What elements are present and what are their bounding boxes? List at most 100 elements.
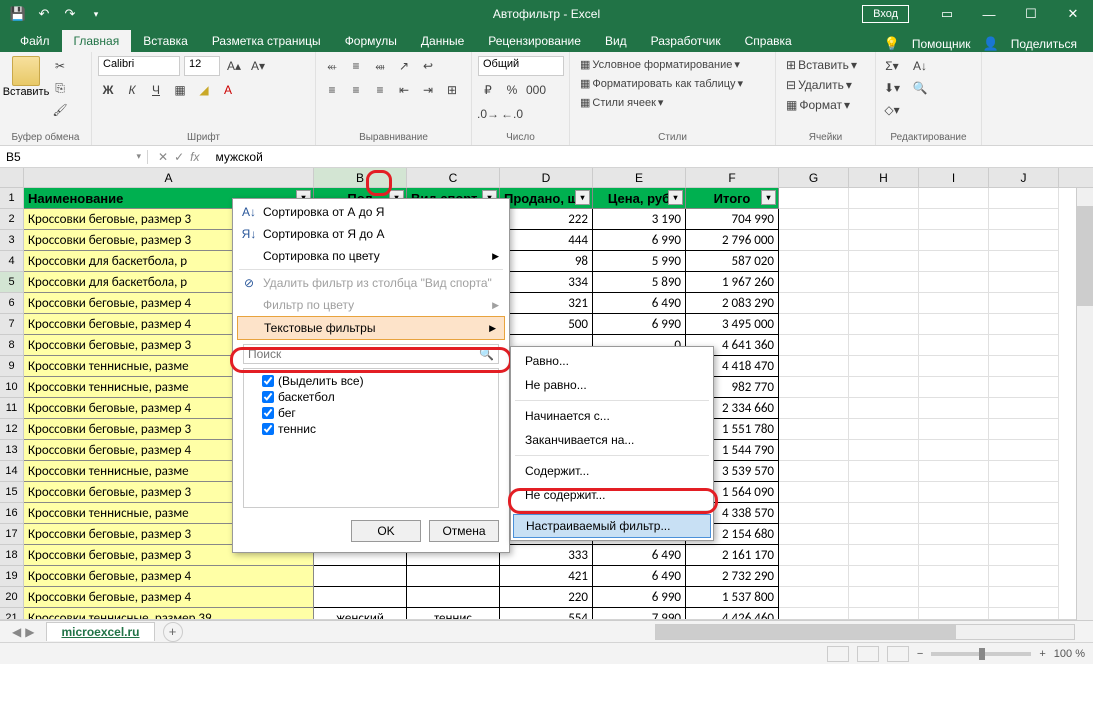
percent-icon[interactable]: % [502,80,522,100]
cell[interactable]: 587 020 [686,251,779,272]
row-header[interactable]: 9 [0,356,24,377]
copy-icon[interactable]: ⎘ [50,78,70,98]
cell[interactable] [989,230,1059,251]
filter-search-input[interactable] [248,347,479,361]
cell[interactable] [779,545,849,566]
filter-ok-button[interactable]: OK [351,520,421,542]
cell[interactable] [849,293,919,314]
name-box[interactable]: B5▾ [0,150,148,164]
cell[interactable]: 2 161 170 [686,545,779,566]
cell[interactable] [989,398,1059,419]
cell[interactable] [919,566,989,587]
row-header[interactable]: 15 [0,482,24,503]
cell[interactable] [779,230,849,251]
align-bottom-icon[interactable]: ⬵ [370,56,390,76]
cell[interactable] [407,587,500,608]
formula-input[interactable]: мужской [209,150,1093,164]
indent-dec-icon[interactable]: ⇤ [394,80,414,100]
qat-customize-icon[interactable]: ▾ [86,4,106,24]
cell[interactable] [919,503,989,524]
row-header[interactable]: 5 [0,272,24,293]
cell[interactable]: 6 490 [593,566,686,587]
horizontal-scrollbar[interactable] [655,624,1075,640]
filter-check-item[interactable]: бег [248,405,494,421]
cell[interactable] [779,482,849,503]
cell[interactable]: 2 796 000 [686,230,779,251]
add-sheet-button[interactable]: + [163,622,183,642]
tab-insert[interactable]: Вставка [131,30,200,52]
cell[interactable] [989,356,1059,377]
cell[interactable]: 5 990 [593,251,686,272]
cell[interactable]: 3 190 [593,209,686,230]
cell[interactable] [989,503,1059,524]
cell-styles-button[interactable]: ▦ Стили ячеек ▾ [576,94,769,111]
cell[interactable] [779,566,849,587]
bold-button[interactable]: Ж [98,80,118,100]
cell[interactable] [849,419,919,440]
cell[interactable] [989,209,1059,230]
row-header[interactable]: 11 [0,398,24,419]
align-middle-icon[interactable]: ≡ [346,56,366,76]
col-header-f[interactable]: F [686,168,779,187]
cell[interactable] [989,524,1059,545]
cell[interactable] [989,251,1059,272]
col-header-j[interactable]: J [989,168,1059,187]
cell[interactable]: 7 990 [593,608,686,620]
cell[interactable]: 333 [500,545,593,566]
slider-handle[interactable] [979,648,985,660]
col-header-h[interactable]: H [849,168,919,187]
indent-inc-icon[interactable]: ⇥ [418,80,438,100]
clear-icon[interactable]: ◇▾ [882,100,902,120]
cell[interactable] [989,608,1059,620]
tab-layout[interactable]: Разметка страницы [200,30,333,52]
wrap-text-icon[interactable]: ↩ [418,56,438,76]
cell[interactable] [989,335,1059,356]
cell[interactable] [779,293,849,314]
merge-icon[interactable]: ⊞ [442,80,462,100]
cell[interactable]: 6 490 [593,545,686,566]
undo-icon[interactable]: ↶ [34,4,54,24]
sheet-prev-icon[interactable]: ◀ [12,625,21,639]
row-header[interactable]: 21 [0,608,24,620]
cell[interactable]: Кроссовки теннисные, размер 39 [24,608,314,620]
format-cells-button[interactable]: ▦ Формат ▾ [782,96,869,114]
cell[interactable] [779,335,849,356]
cell[interactable] [849,461,919,482]
comma-icon[interactable]: 000 [526,80,546,100]
sort-za-item[interactable]: Я↓Сортировка от Я до А [235,223,507,245]
enter-formula-icon[interactable]: ✓ [174,150,184,164]
cell[interactable] [849,251,919,272]
col-header-c[interactable]: C [407,168,500,187]
cell[interactable] [314,566,407,587]
cell[interactable] [919,398,989,419]
filter-check-all[interactable]: (Выделить все) [248,373,494,389]
cell[interactable] [989,293,1059,314]
row-header[interactable]: 10 [0,377,24,398]
tab-view[interactable]: Вид [593,30,639,52]
cell[interactable] [779,377,849,398]
row-header[interactable]: 16 [0,503,24,524]
fill-icon[interactable]: ⬇▾ [882,78,902,98]
align-right-icon[interactable]: ≡ [370,80,390,100]
autosum-icon[interactable]: Σ▾ [882,56,902,76]
tab-review[interactable]: Рецензирование [476,30,593,52]
sheet-next-icon[interactable]: ▶ [25,625,34,639]
cell[interactable] [849,314,919,335]
cell[interactable] [779,440,849,461]
decrease-decimal-icon[interactable]: ←.0 [502,104,522,124]
table-header[interactable]: Продано, ш▾ [500,188,593,209]
increase-decimal-icon[interactable]: .0→ [478,104,498,124]
cell[interactable]: 4 426 460 [686,608,779,620]
cell[interactable] [849,356,919,377]
cell[interactable] [989,440,1059,461]
cell[interactable] [779,461,849,482]
filter-arrow-icon[interactable]: ▾ [575,190,590,205]
save-icon[interactable]: 💾 [8,4,28,24]
row-header[interactable]: 7 [0,314,24,335]
cell[interactable] [919,272,989,293]
cell[interactable]: 3 495 000 [686,314,779,335]
sort-az-item[interactable]: A↓Сортировка от А до Я [235,201,507,223]
page-break-view-icon[interactable] [887,646,909,662]
cell[interactable] [919,335,989,356]
cell[interactable] [919,440,989,461]
